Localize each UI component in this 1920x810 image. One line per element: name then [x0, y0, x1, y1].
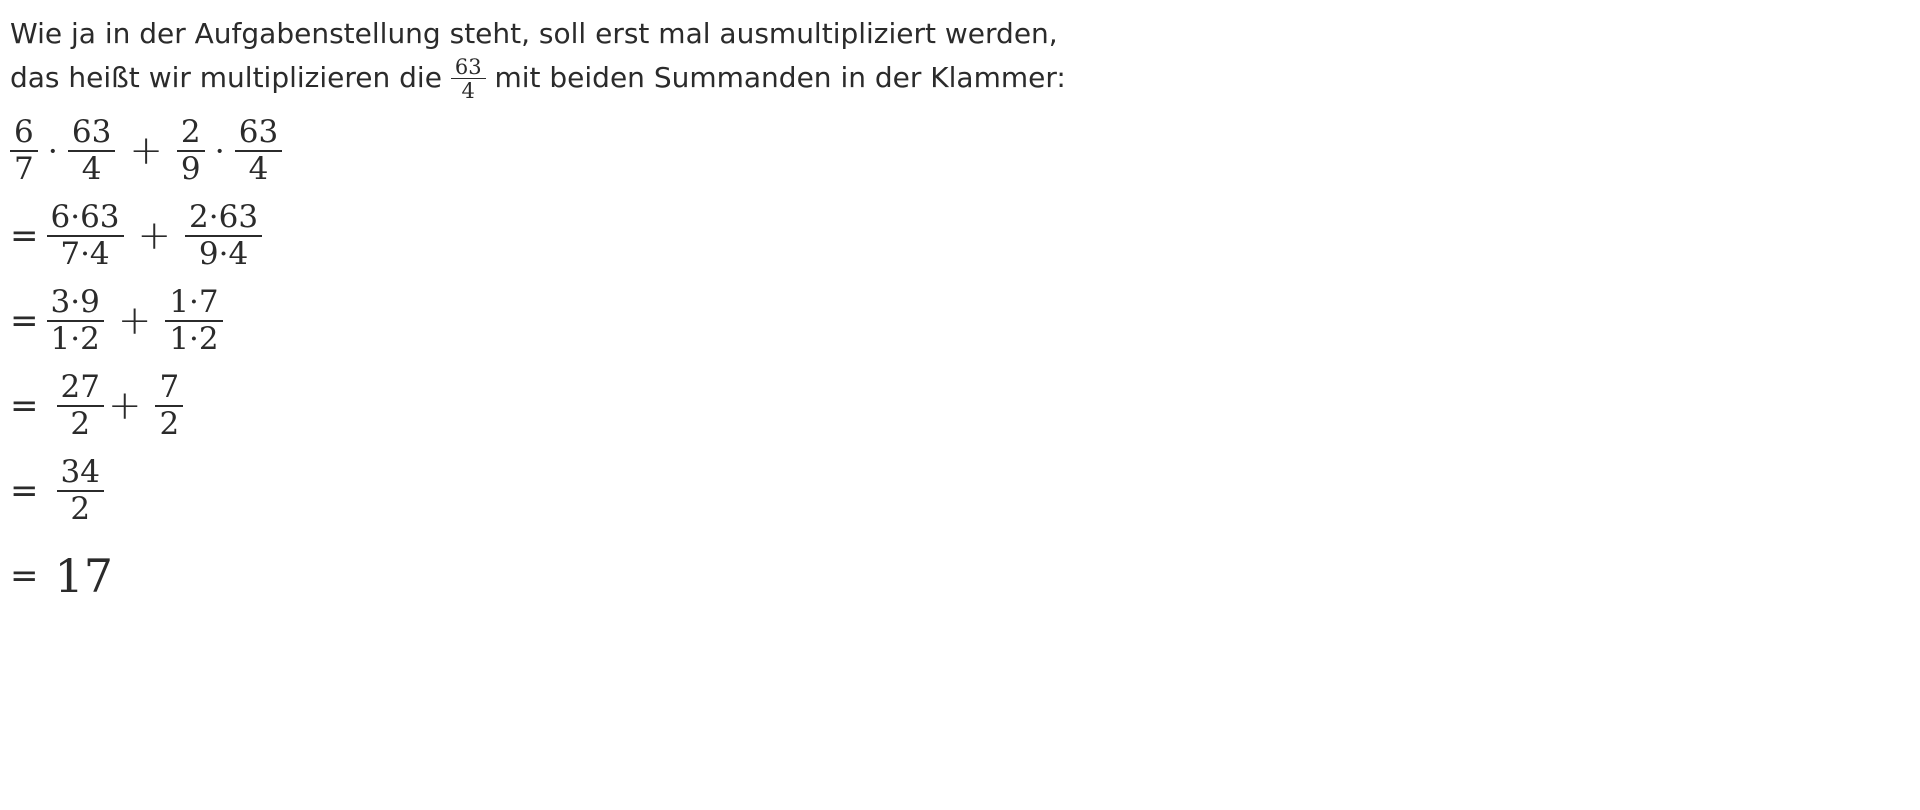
fraction-denominator: 9: [180, 150, 201, 187]
equals-sign: =: [10, 300, 39, 341]
fraction: 7 2: [155, 371, 184, 442]
fraction-numerator: 3·9: [46, 286, 104, 322]
intro-line-2: das heißt wir multiplizieren die 63 4 mi…: [10, 56, 1920, 102]
step-6: = 17: [10, 533, 1920, 618]
plus-operator: +: [117, 297, 152, 344]
step-4: = 27 2 + 7 2: [10, 363, 1920, 448]
equals-sign: =: [10, 555, 39, 596]
fraction-numerator: 27: [56, 371, 104, 407]
fraction: 27 2: [56, 371, 104, 442]
intro-line-1: Wie ja in der Aufgabenstellung steht, so…: [10, 12, 1920, 56]
intro-text-1: Wie ja in der Aufgabenstellung steht, so…: [10, 17, 1058, 50]
equals-sign: =: [10, 215, 39, 256]
fraction: 63 4: [234, 116, 283, 187]
fraction-numerator: 1·7: [165, 286, 223, 322]
solution-content: Wie ja in der Aufgabenstellung steht, so…: [10, 12, 1920, 810]
fraction-denominator: 2: [159, 405, 180, 442]
fraction-numerator: 63: [234, 116, 283, 152]
inline-fraction: 63 4: [450, 56, 486, 104]
fraction-denominator: 1·2: [169, 320, 219, 357]
fraction-denominator: 7·4: [60, 235, 110, 272]
fraction-numerator: 6: [10, 116, 38, 152]
fraction-numerator: 7: [155, 371, 184, 407]
fraction: 3·9 1·2: [46, 286, 104, 357]
fraction-denominator: 4: [461, 79, 475, 104]
equals-sign: =: [10, 385, 39, 426]
fraction-numerator: 34: [56, 456, 104, 492]
fraction-denominator: 1·2: [50, 320, 100, 357]
fraction-numerator: 6·63: [46, 201, 124, 237]
calculation-steps: 6 7 · 63 4 + 2 9 · 63 4 = 6·63 7·4 + 2·6…: [10, 108, 1920, 618]
fraction-numerator: 2: [176, 116, 205, 152]
fraction: 6 7: [10, 116, 38, 185]
multiply-operator: ·: [47, 131, 58, 170]
intro-text-2b: mit beiden Summanden in der Klammer:: [494, 61, 1066, 95]
fraction: 1·7 1·2: [165, 286, 223, 357]
fraction: 2·63 9·4: [185, 201, 263, 272]
multiply-operator: ·: [214, 131, 225, 170]
fraction-numerator: 63: [67, 116, 116, 152]
step-2: = 6·63 7·4 + 2·63 9·4: [10, 193, 1920, 278]
final-result: 17: [54, 548, 114, 603]
fraction-numerator: 2·63: [185, 201, 263, 237]
step-1: 6 7 · 63 4 + 2 9 · 63 4: [10, 108, 1920, 193]
intro-text-2a: das heißt wir multiplizieren die: [10, 61, 442, 95]
fraction-denominator: 2: [70, 405, 91, 442]
equals-sign: =: [10, 470, 39, 511]
plus-operator: +: [129, 127, 163, 174]
step-3: = 3·9 1·2 + 1·7 1·2: [10, 278, 1920, 363]
fraction-denominator: 4: [81, 150, 102, 187]
step-5: = 34 2: [10, 448, 1920, 533]
fraction-denominator: 7: [14, 150, 34, 187]
fraction-denominator: 4: [248, 150, 269, 187]
plus-operator: +: [137, 212, 172, 259]
fraction-numerator: 63: [450, 56, 486, 80]
fraction: 34 2: [56, 456, 104, 527]
fraction: 2 9: [176, 116, 205, 187]
fraction: 63 4: [67, 116, 116, 187]
plus-operator: +: [107, 382, 142, 429]
fraction-denominator: 2: [70, 490, 91, 527]
fraction: 6·63 7·4: [46, 201, 124, 272]
fraction-denominator: 9·4: [198, 235, 249, 272]
